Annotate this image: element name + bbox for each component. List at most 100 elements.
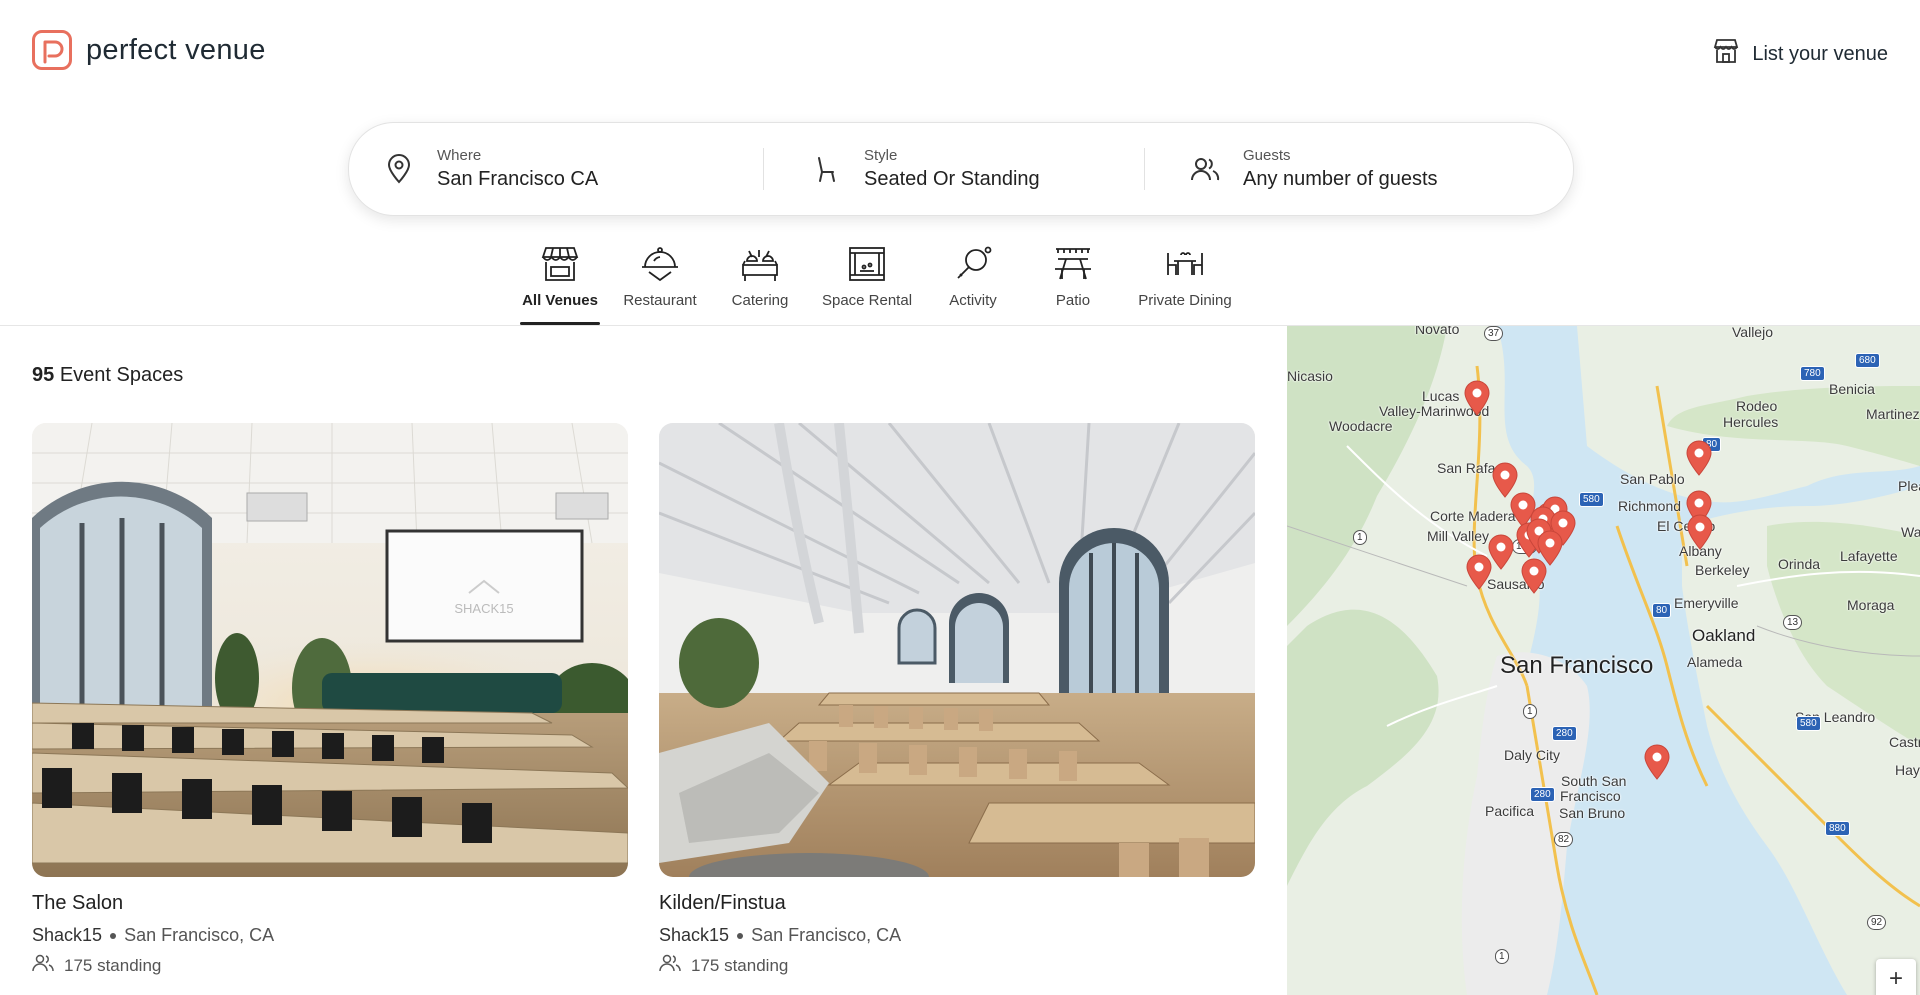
map-label: San Francisco xyxy=(1500,652,1654,679)
picnic-table-icon xyxy=(1052,242,1094,286)
map-label: Moraga xyxy=(1847,597,1895,613)
map-label: South San xyxy=(1561,773,1627,789)
map-label: Novato xyxy=(1415,326,1460,337)
venue-city: San Francisco, CA xyxy=(124,925,275,945)
map-label: Martinez xyxy=(1866,406,1920,422)
tab-label: Catering xyxy=(731,292,789,309)
list-venue-link[interactable]: List your venue xyxy=(1712,38,1888,70)
highway-shield: 280 xyxy=(1530,787,1555,802)
tab-private-dining[interactable]: Private Dining xyxy=(1134,242,1236,325)
chair-icon xyxy=(806,154,846,184)
style-field[interactable]: Style Seated Or Standing xyxy=(764,123,1144,215)
map-label: Berkeley xyxy=(1695,562,1750,578)
venue-capacity: 175 standing xyxy=(64,955,162,975)
venue-name[interactable]: Kilden/Finstua xyxy=(659,892,1255,915)
highway-shield: 92 xyxy=(1867,915,1887,930)
ping-pong-icon xyxy=(952,242,994,286)
venue-capacity-line: 175 standing xyxy=(32,954,628,977)
tab-restaurant[interactable]: Restaurant xyxy=(600,242,720,325)
where-label: Where xyxy=(437,147,482,164)
logo-icon xyxy=(32,30,72,70)
highway-shield: 880 xyxy=(1825,821,1850,836)
map-label: Lucas xyxy=(1422,388,1460,404)
tab-label: All Venues xyxy=(522,292,598,309)
venue-card[interactable]: Kilden/Finstua Shack15 San Francisco, CA… xyxy=(659,423,1255,977)
highway-shield: 80 xyxy=(1652,603,1672,618)
map-pin-icon[interactable] xyxy=(1643,744,1671,780)
highway-shield: 280 xyxy=(1552,726,1577,741)
brand-name: perfect venue xyxy=(86,33,266,66)
tab-label: Private Dining xyxy=(1138,292,1232,309)
results-number: 95 xyxy=(32,364,55,386)
zoom-in-button[interactable]: + xyxy=(1876,959,1916,995)
map-label: San Pablo xyxy=(1620,471,1685,487)
map-label: San Bruno xyxy=(1559,805,1626,821)
tab-label: Activity xyxy=(949,292,997,309)
venue-photo[interactable]: SHACK15 xyxy=(32,423,628,877)
venue-host-line: Shack15 San Francisco, CA xyxy=(659,925,1255,946)
where-field[interactable]: Where San Francisco CA xyxy=(349,123,763,215)
venue-map[interactable]: Novato Vallejo Nicasio Lucas Valley-Mari… xyxy=(1287,326,1920,995)
highway-shield: 1 xyxy=(1495,949,1509,964)
map-label: Richmond xyxy=(1618,498,1682,514)
screen-text: SHACK15 xyxy=(454,601,513,616)
venue-host: Shack15 xyxy=(659,925,730,945)
category-tabs: All Venues Restaurant Catering Space Ren… xyxy=(520,242,1236,325)
venue-host-line: Shack15 San Francisco, CA xyxy=(32,925,628,946)
map-label: Plea xyxy=(1898,478,1920,494)
map-pin-icon[interactable] xyxy=(1685,440,1713,476)
list-venue-label: List your venue xyxy=(1752,42,1888,65)
venue-city: San Francisco, CA xyxy=(751,925,902,945)
map-label: Vallejo xyxy=(1732,326,1773,340)
tab-all-venues[interactable]: All Venues xyxy=(520,242,600,325)
storefront-icon xyxy=(539,242,581,286)
venue-name[interactable]: The Salon xyxy=(32,892,628,915)
map-label: Francisco xyxy=(1560,788,1621,804)
map-label: Pacifica xyxy=(1485,803,1535,819)
highway-shield: 13 xyxy=(1783,615,1803,630)
map-label: Woodacre xyxy=(1329,418,1393,434)
tab-activity[interactable]: Activity xyxy=(934,242,1012,325)
map-label: Daly City xyxy=(1504,747,1561,763)
separator-dot xyxy=(110,932,117,939)
brand-logo[interactable]: perfect venue xyxy=(32,30,266,70)
map-pin-icon[interactable] xyxy=(1463,380,1491,416)
style-label: Style xyxy=(864,147,898,164)
map-pin-icon[interactable] xyxy=(1465,554,1493,590)
users-icon xyxy=(1185,156,1225,182)
separator-dot xyxy=(737,932,744,939)
stage-icon xyxy=(846,242,888,286)
location-pin-icon xyxy=(379,154,419,184)
map-label: Hayw xyxy=(1895,762,1920,778)
map-pin-icon[interactable] xyxy=(1686,514,1714,550)
highway-shield: 82 xyxy=(1554,832,1574,847)
map-label: Corte Madera xyxy=(1430,508,1516,524)
venue-photo[interactable] xyxy=(659,423,1255,877)
map-label: Oakland xyxy=(1692,626,1756,645)
highway-shield: 680 xyxy=(1855,353,1880,368)
tab-space-rental[interactable]: Space Rental xyxy=(800,242,934,325)
highway-shield: 780 xyxy=(1800,366,1825,381)
dining-table-icon xyxy=(1164,242,1206,286)
tab-label: Restaurant xyxy=(623,292,697,309)
users-icon xyxy=(659,954,681,977)
search-bar: Where San Francisco CA Style Seated Or S… xyxy=(348,122,1574,216)
map-label: Nicasio xyxy=(1287,368,1333,384)
venue-capacity: 175 standing xyxy=(691,955,789,975)
users-icon xyxy=(32,954,54,977)
highway-shield: 1 xyxy=(1353,530,1367,545)
results-count: 95 Event Spaces xyxy=(32,364,183,387)
venue-host: Shack15 xyxy=(32,925,103,945)
map-label: Rodeo xyxy=(1736,398,1778,414)
tab-catering[interactable]: Catering xyxy=(720,242,800,325)
venue-card[interactable]: SHACK15 The Salon Shack15 San Francisco,… xyxy=(32,423,628,977)
map-label: Lafayette xyxy=(1840,548,1898,564)
map-label: Orinda xyxy=(1778,556,1821,572)
tab-label: Patio xyxy=(1055,292,1091,309)
guests-value: Any number of guests xyxy=(1243,168,1438,190)
map-label: Emeryville xyxy=(1674,595,1739,611)
guests-field[interactable]: Guests Any number of guests xyxy=(1145,123,1573,215)
tab-patio[interactable]: Patio xyxy=(1012,242,1134,325)
map-pin-icon[interactable] xyxy=(1520,558,1548,594)
style-value: Seated Or Standing xyxy=(864,168,1040,190)
